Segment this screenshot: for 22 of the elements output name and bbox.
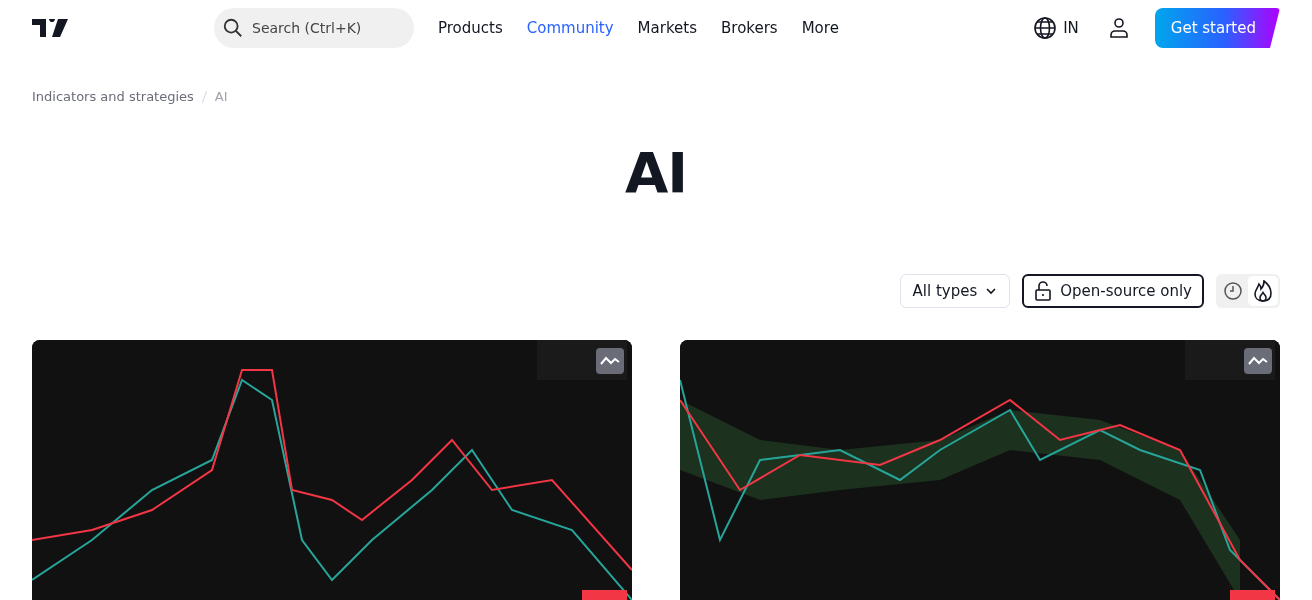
nav-link[interactable]: Markets	[629, 11, 705, 45]
nav-link[interactable]: Brokers	[713, 11, 786, 45]
unlock-icon	[1034, 281, 1053, 301]
flame-icon	[1253, 280, 1273, 302]
search-icon	[222, 17, 244, 39]
get-started-button[interactable]: Get started	[1154, 8, 1280, 48]
breadcrumb-link[interactable]: Indicators and strategies	[32, 89, 194, 104]
wave-icon	[1248, 356, 1268, 366]
logo-icon[interactable]	[32, 19, 68, 37]
caret-icon	[985, 287, 998, 295]
clock-icon	[1223, 281, 1243, 301]
sort-button[interactable]	[1248, 276, 1278, 306]
region-button[interactable]: IN	[1029, 12, 1083, 44]
wave-icon	[600, 356, 620, 366]
type-select[interactable]: All types	[899, 274, 1011, 308]
search-field[interactable]: Search (Ctrl+K)	[214, 8, 414, 48]
nav-link[interactable]: More	[793, 11, 847, 45]
nav-link[interactable]: Community	[518, 11, 622, 45]
page-title: AI	[623, 140, 689, 205]
nav-link[interactable]: Products	[430, 11, 511, 45]
open-source-toggle[interactable]: Open-source only	[1022, 274, 1204, 308]
globe-icon	[1033, 16, 1058, 40]
